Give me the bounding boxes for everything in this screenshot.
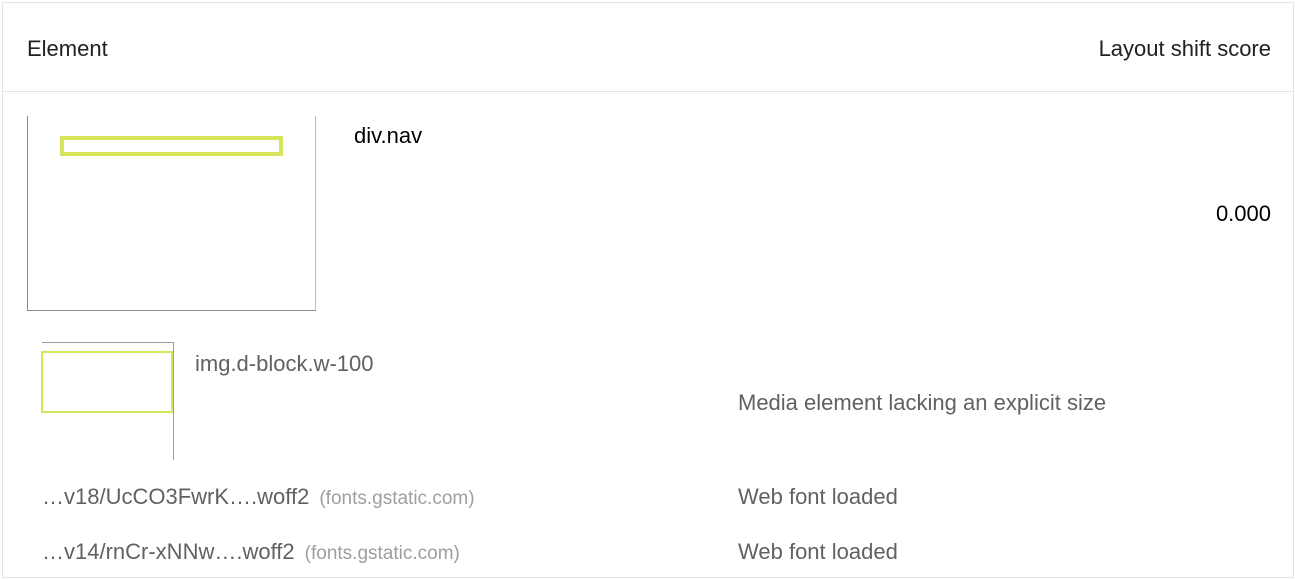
element-column-header: Element <box>27 36 108 61</box>
font-host: (fonts.gstatic.com) <box>319 488 475 509</box>
font-host: (fonts.gstatic.com) <box>304 543 460 564</box>
element-selector-label[interactable]: div.nav <box>354 123 422 149</box>
font-file-name[interactable]: …v14/rnCr-xNNw….woff2 <box>42 539 295 564</box>
score-column-header: Layout shift score <box>1098 36 1271 61</box>
cause-reason-text: Media element lacking an explicit size <box>738 390 1107 415</box>
cause-highlight-box <box>41 351 173 413</box>
layout-shift-score-value: 0.000 <box>1215 201 1271 226</box>
cause-element-selector[interactable]: img.d-block.w-100 <box>195 351 374 377</box>
font-reason-text: Web font loaded <box>738 539 898 564</box>
font-url-link[interactable]: …v14/rnCr-xNNw….woff2 (fonts.gstatic.com) <box>42 539 460 565</box>
font-reason-text: Web font loaded <box>738 484 898 509</box>
font-file-name[interactable]: …v18/UcCO3FwrK….woff2 <box>42 484 309 509</box>
layout-shift-table: Element Layout shift score div.nav 0.000… <box>2 2 1294 578</box>
font-url-link[interactable]: …v18/UcCO3FwrK….woff2 (fonts.gstatic.com) <box>42 484 475 510</box>
element-highlight-box <box>60 136 283 156</box>
table-header: Element Layout shift score <box>3 3 1293 92</box>
element-screenshot-thumbnail[interactable] <box>27 116 316 311</box>
cause-element-thumbnail[interactable] <box>41 342 174 460</box>
